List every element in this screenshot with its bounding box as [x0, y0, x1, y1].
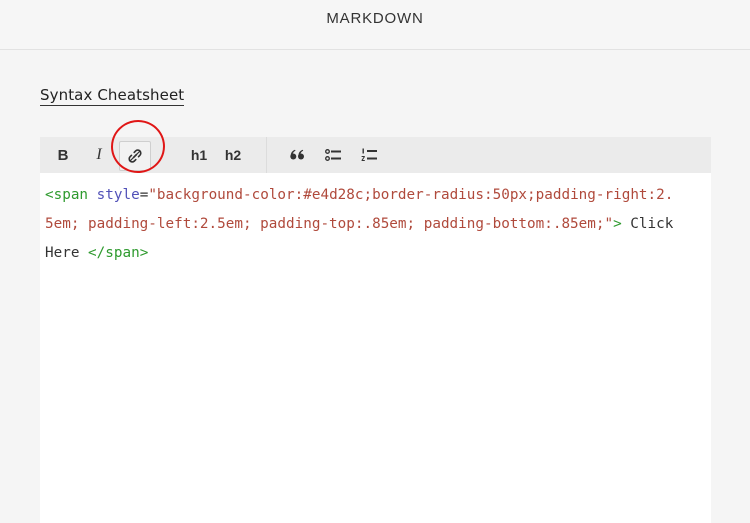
numbered-list-button[interactable] [359, 143, 379, 167]
heading-1-button[interactable]: h1 [188, 143, 210, 167]
code-open-tag: <span [45, 187, 89, 203]
code-tag-close: > [613, 216, 622, 232]
toolbar-divider [266, 137, 267, 173]
code-attribute-name: style [88, 187, 140, 203]
code-close-tag: </span> [88, 245, 149, 261]
editor-content[interactable]: <span style="background-color:#e4d28c;bo… [45, 181, 675, 268]
bulleted-list-button[interactable] [323, 143, 343, 167]
quote-icon [289, 149, 305, 161]
bold-button[interactable]: B [54, 143, 72, 167]
panel-title: MARKDOWN [326, 10, 424, 27]
heading-2-button[interactable]: h2 [222, 143, 244, 167]
italic-button[interactable]: I [90, 143, 108, 167]
link-icon [127, 148, 143, 164]
syntax-cheatsheet-link[interactable]: Syntax Cheatsheet [40, 86, 185, 106]
editor-toolbar: B I h1 h2 [40, 137, 711, 173]
markdown-editor[interactable]: B I h1 h2 <span style="background-color:… [40, 137, 711, 523]
header-bar: MARKDOWN [0, 0, 750, 50]
numbered-list-icon [361, 148, 377, 162]
link-button[interactable] [119, 141, 151, 171]
blockquote-button[interactable] [287, 143, 307, 167]
bullet-list-icon [325, 148, 341, 162]
